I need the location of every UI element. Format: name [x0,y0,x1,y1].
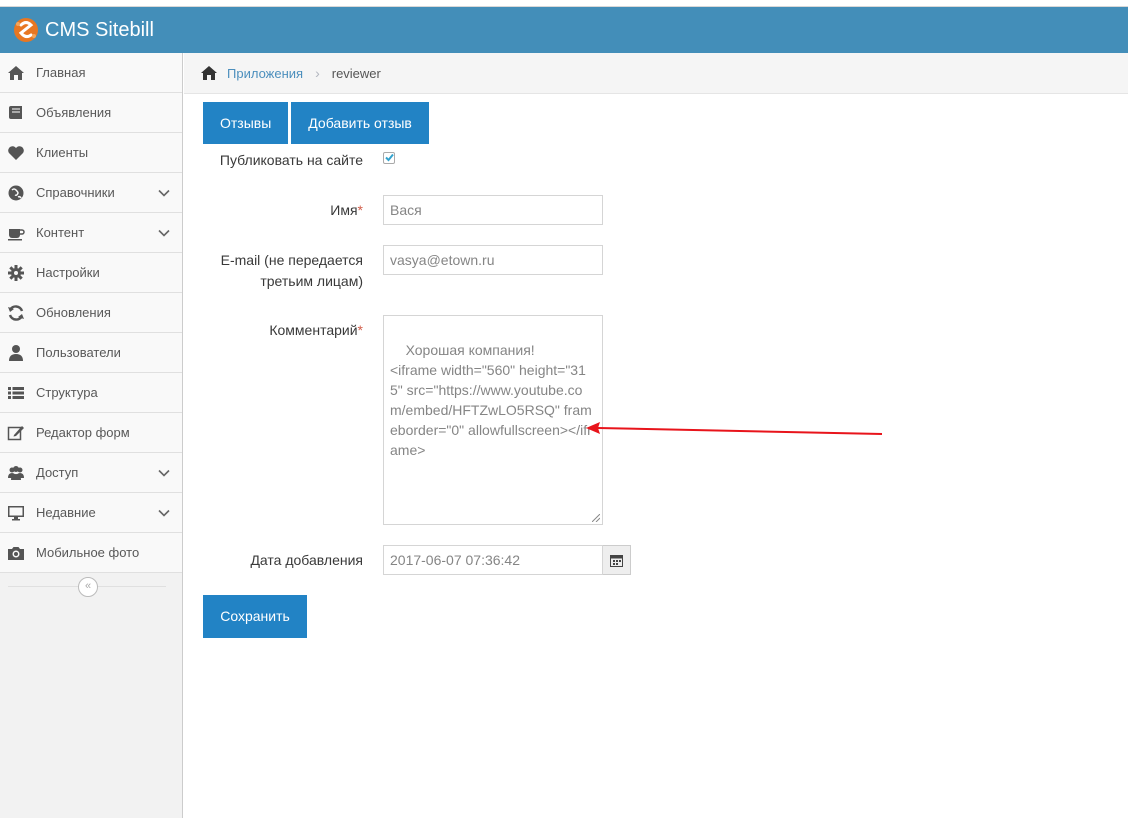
gear-icon [6,263,26,283]
sidebar-item-label: Доступ [36,465,79,480]
sidebar-item-list[interactable]: Структура [0,373,182,413]
refresh-icon [6,303,26,323]
breadcrumb-separator: › [315,65,320,81]
sidebar-item-label: Редактор форм [36,425,130,440]
checkmark-icon [385,153,394,162]
tab-add-review[interactable]: Добавить отзыв [291,102,429,144]
form-row-email: E-mail (не передается третьим лицам) vasy… [203,245,623,291]
sidebar: Главная Объявления Клиенты Справочники Конте… [0,53,183,818]
chevron-down-icon [157,466,171,480]
comment-text: Хорошая компания! <iframe width="560" he… [390,342,592,458]
sidebar-item-camera[interactable]: Мобильное фото [0,533,182,573]
sidebar-item-label: Настройки [36,265,100,280]
name-label: Имя* [330,202,363,218]
calendar-button[interactable] [603,545,631,575]
annotation-arrow [586,422,883,435]
date-field[interactable]: 2017-06-07 07:36:42 [383,545,603,575]
sidebar-item-book[interactable]: Объявления [0,93,182,133]
globe-icon [6,183,26,203]
resize-grip-icon[interactable] [592,514,600,522]
sidebar-item-label: Справочники [36,185,115,200]
sidebar-item-user[interactable]: Пользователи [0,333,182,373]
breadcrumb-current[interactable]: reviewer [332,66,381,81]
sidebar-item-globe[interactable]: Справочники [0,173,182,213]
logo-icon [14,18,38,42]
sidebar-item-label: Мобильное фото [36,545,140,560]
tab-bar: Отзывы Добавить отзыв [203,102,432,144]
sidebar-item-home[interactable]: Главная [0,53,182,93]
sidebar-item-coffee[interactable]: Контент [0,213,182,253]
sidebar-item-heart[interactable]: Клиенты [0,133,182,173]
name-field[interactable]: Вася [383,195,603,225]
desktop-icon [6,503,26,523]
form-row-date: Дата добавления 2017-06-07 07:36:42 [203,545,631,575]
tab-reviews[interactable]: Отзывы [203,102,289,144]
book-icon [6,103,26,123]
form-row-name: Имя* Вася [203,195,623,225]
sidebar-collapse-row: « [0,573,182,601]
publish-label: Публиковать на сайте [219,152,363,168]
form-row-publish: Публиковать на сайте [203,150,623,170]
user-icon [6,343,26,363]
comment-textarea[interactable]: Хорошая компания! <iframe width="560" he… [383,315,603,525]
save-button[interactable]: Сохранить [203,595,307,638]
edit-icon [6,423,26,443]
email-label: E-mail (не передается третьим лицам) [220,252,363,289]
camera-icon [6,543,26,563]
brand[interactable]: CMS Sitebill [12,15,154,45]
users-icon [6,463,26,483]
breadcrumb-link-applications[interactable]: Приложения [227,66,303,81]
sidebar-item-gear[interactable]: Настройки [0,253,182,293]
email-field[interactable]: vasya@etown.ru [383,245,603,275]
app-title: CMS Sitebill [45,19,154,41]
heart-icon [6,143,26,163]
form-row-comment: Комментарий* Хорошая компания! <iframe w… [203,315,623,525]
chevron-down-icon [157,226,171,240]
home-icon[interactable] [200,65,218,81]
sidebar-item-label: Клиенты [36,145,89,160]
chevron-down-icon [157,186,171,200]
sidebar-item-label: Обновления [36,305,111,320]
calendar-icon [610,554,623,567]
window-top-strip [0,0,1128,7]
coffee-icon [6,223,26,243]
breadcrumb: Приложения › reviewer [184,53,1128,94]
sidebar-item-refresh[interactable]: Обновления [0,293,182,333]
sidebar-item-label: Объявления [36,105,112,120]
list-icon [6,383,26,403]
chevron-down-icon [157,506,171,520]
comment-label: Комментарий* [269,322,363,338]
sidebar-item-desktop[interactable]: Недавние [0,493,182,533]
sidebar-item-label: Контент [36,225,85,240]
publish-checkbox[interactable] [383,152,395,164]
sidebar-item-edit[interactable]: Редактор форм [0,413,182,453]
home-icon [6,63,26,83]
sidebar-item-label: Недавние [36,505,96,520]
sidebar-collapse-button[interactable]: « [78,577,98,597]
sidebar-item-label: Структура [36,385,98,400]
sidebar-item-users[interactable]: Доступ [0,453,182,493]
sidebar-item-label: Пользователи [36,345,121,360]
sidebar-item-label: Главная [36,65,86,80]
sidebar-nav: Главная Объявления Клиенты Справочники Конте… [0,53,182,573]
top-navbar: CMS Sitebill [0,7,1128,53]
date-label: Дата добавления [250,552,363,568]
